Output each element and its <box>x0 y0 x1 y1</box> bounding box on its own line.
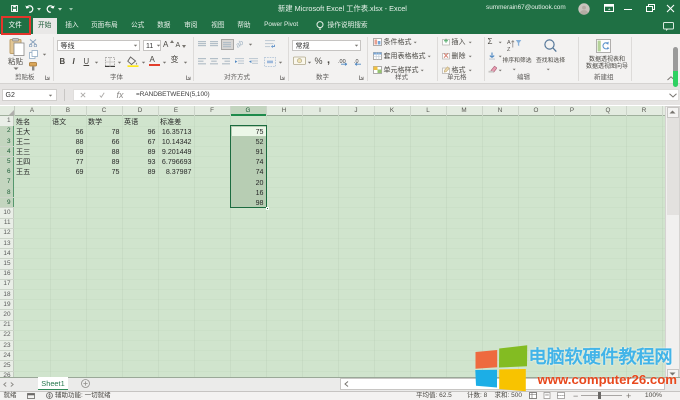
svg-text:A: A <box>507 40 511 46</box>
svg-text:Z: Z <box>507 47 511 53</box>
